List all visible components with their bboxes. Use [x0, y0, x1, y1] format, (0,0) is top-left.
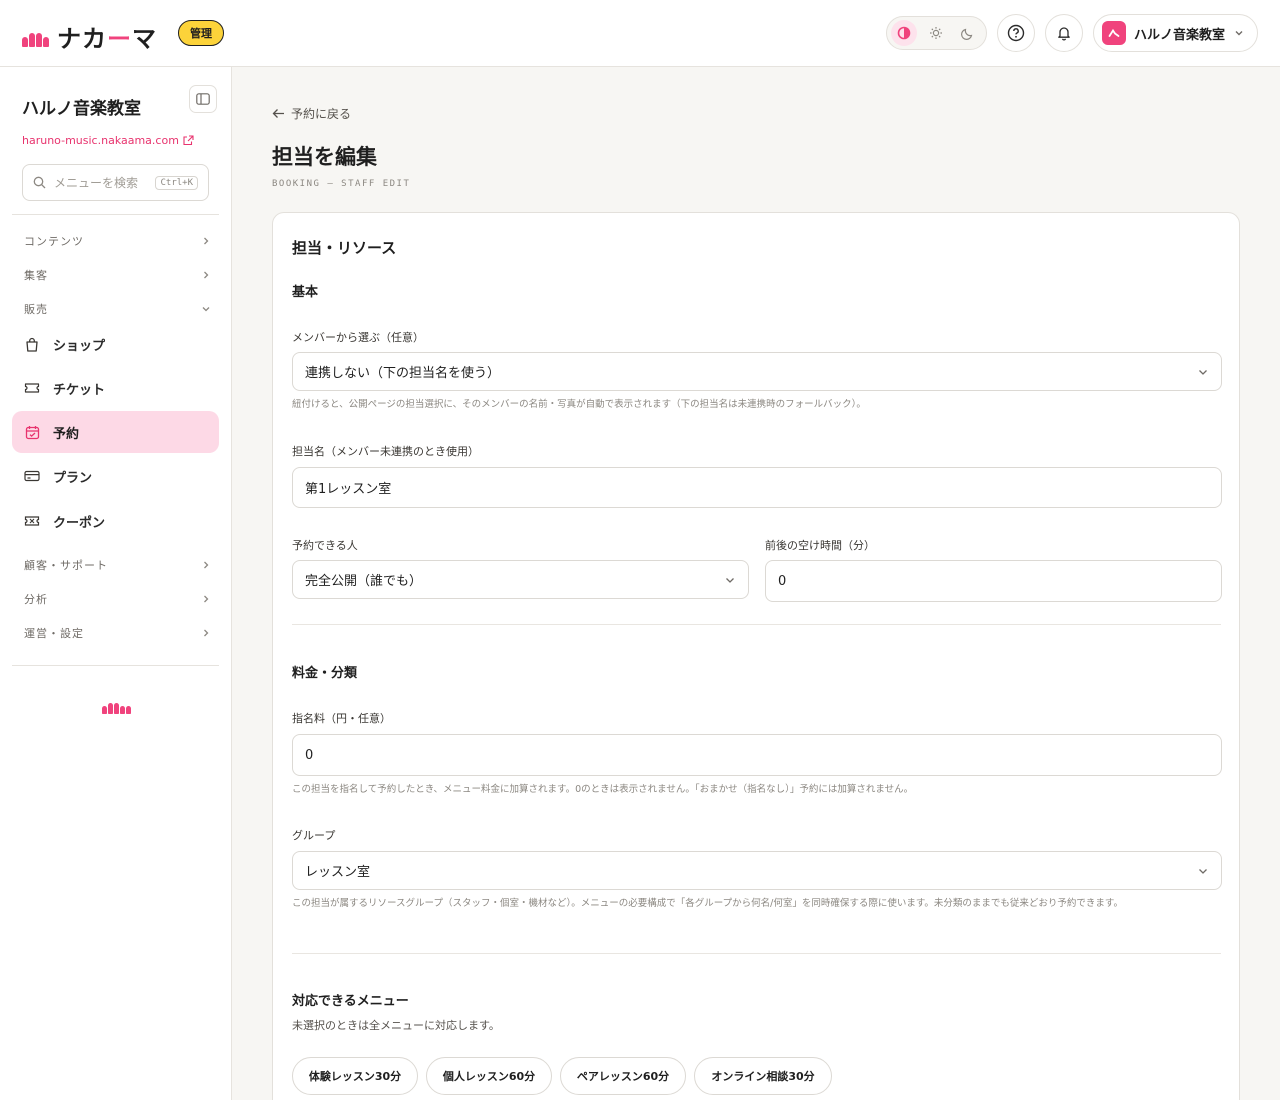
nomination-fee-label: 指名料（円・任意）	[292, 712, 391, 725]
group-select[interactable]: レッスン室	[292, 851, 1222, 890]
section-divider	[292, 624, 1221, 625]
section-title-basic: 基本	[292, 285, 319, 300]
sidebar-divider	[12, 665, 219, 666]
menu-chip[interactable]: オンライン相談30分	[694, 1057, 832, 1095]
menu-chip[interactable]: ペアレッスン60分	[560, 1057, 686, 1095]
sidebar-item-plan[interactable]: プラン	[12, 455, 219, 497]
group-select-help: この担当が属するリソースグループ（スタッフ・個室・機材など）。メニューの必要構成…	[292, 898, 1123, 909]
chevron-down-icon	[1235, 31, 1243, 36]
menu-search-input[interactable]: メニューを検索 Ctrl+K	[22, 164, 209, 201]
who-can-book-select[interactable]: 完全公開（誰でも）	[292, 560, 749, 599]
bell-icon	[1058, 27, 1070, 41]
section-analytics[interactable]: 分析	[24, 589, 211, 609]
notifications-button[interactable]	[1045, 14, 1083, 52]
chevron-right-icon	[204, 561, 209, 569]
sidebar-collapse-button[interactable]	[189, 85, 217, 113]
staff-name-input[interactable]: 第1レッスン室	[292, 467, 1222, 508]
group-select-label: グループ	[292, 829, 336, 842]
chevron-down-icon	[1199, 369, 1207, 375]
member-select-help: 紐付けると、公開ページの担当選択に、そのメンバーの名前・写真が自動で表示されます…	[292, 399, 866, 410]
chevron-down-icon	[202, 307, 210, 312]
buffer-time-label: 前後の空け時間（分）	[765, 539, 875, 552]
staff-name-value: 第1レッスン室	[305, 482, 392, 497]
sidebar-item-ticket[interactable]: チケット	[12, 367, 219, 409]
sidebar-item-shop[interactable]: ショップ	[12, 323, 219, 365]
section-operations[interactable]: 運営・設定	[24, 623, 211, 643]
nomination-fee-value: 0	[305, 747, 314, 763]
sidebar-toggle-icon	[196, 93, 210, 105]
moon-icon[interactable]	[955, 20, 981, 46]
chevron-right-icon	[204, 629, 209, 637]
who-can-book-label: 予約できる人	[292, 539, 358, 552]
who-can-book-value: 完全公開（誰でも）	[305, 574, 423, 589]
sidebar: ハルノ音楽教室 haruno-music.nakaama.com メニューを検索…	[0, 67, 232, 1100]
staff-name-label: 担当名（メンバー未連携のとき使用）	[292, 445, 479, 458]
sun-icon[interactable]	[923, 20, 949, 46]
buffer-time-input[interactable]: 0	[765, 560, 1222, 602]
page-subtitle: BOOKING — STAFF EDIT	[272, 179, 411, 189]
theme-switcher	[886, 16, 987, 50]
buffer-time-value: 0	[778, 573, 787, 589]
page-title: 担当を編集	[272, 145, 377, 169]
chevron-right-icon	[204, 595, 209, 603]
search-placeholder: メニューを検索	[54, 176, 139, 190]
back-link-label: 予約に戻る	[291, 107, 352, 121]
contrast-theme-icon[interactable]	[891, 20, 917, 46]
sidebar-item-coupon[interactable]: クーポン	[12, 500, 219, 542]
section-marketing[interactable]: 集客	[24, 265, 211, 285]
menu-chip[interactable]: 体験レッスン30分	[292, 1057, 418, 1095]
section-sales[interactable]: 販売	[24, 299, 211, 319]
external-link-icon	[183, 135, 194, 146]
site-url-link[interactable]: haruno-music.nakaama.com	[22, 134, 194, 147]
section-customer[interactable]: 顧客・サポート	[24, 555, 211, 575]
section-divider	[292, 953, 1221, 954]
arrow-left-icon	[272, 109, 284, 118]
app-logo[interactable]: ナカーマ	[22, 19, 157, 54]
site-title: ハルノ音楽教室	[22, 99, 141, 119]
help-button[interactable]	[997, 14, 1035, 52]
chevron-down-icon	[726, 577, 734, 583]
menu-chip[interactable]: 個人レッスン60分	[426, 1057, 552, 1095]
coupon-icon	[24, 513, 40, 529]
account-avatar	[1102, 21, 1126, 45]
credit-card-icon	[24, 468, 40, 484]
shopping-bag-icon	[24, 336, 40, 352]
site-url-text: haruno-music.nakaama.com	[22, 134, 179, 147]
footer-logo-icon	[102, 700, 131, 714]
nomination-fee-input[interactable]: 0	[292, 734, 1222, 776]
member-select-value: 連携しない（下の担当名を使う）	[305, 366, 501, 381]
staff-edit-card: 担当・リソース 基本 メンバーから選ぶ（任意） 連携しない（下の担当名を使う） …	[272, 212, 1240, 1100]
search-shortcut-badge: Ctrl+K	[155, 175, 198, 190]
logo-people-icon	[22, 27, 49, 47]
top-header: ナカーマ 管理 ハルノ音楽教室	[0, 0, 1280, 67]
section-title-pricing: 料金・分類	[292, 666, 358, 681]
card-title: 担当・リソース	[292, 239, 397, 257]
section-title-menus: 対応できるメニュー	[292, 994, 409, 1009]
calendar-icon	[24, 424, 40, 440]
section-content[interactable]: コンテンツ	[24, 231, 211, 251]
sidebar-divider	[12, 214, 219, 215]
search-icon	[33, 176, 46, 189]
logo-text: ナカーマ	[57, 25, 157, 53]
nomination-fee-help: この担当を指名して予約したとき、メニュー料金に加算されます。0のときは表示されま…	[292, 784, 914, 795]
chevron-right-icon	[204, 237, 209, 245]
account-switcher[interactable]: ハルノ音楽教室	[1093, 14, 1258, 52]
member-select[interactable]: 連携しない（下の担当名を使う）	[292, 352, 1222, 391]
main-content: 予約に戻る 担当を編集 BOOKING — STAFF EDIT 担当・リソース…	[232, 67, 1280, 1100]
member-select-label: メンバーから選ぶ（任意）	[292, 331, 424, 344]
ticket-icon	[24, 380, 40, 396]
sidebar-item-booking[interactable]: 予約	[12, 411, 219, 453]
chevron-right-icon	[204, 271, 209, 279]
menus-help: 未選択のときは全メニューに対応します。	[292, 1019, 500, 1032]
back-to-booking-link[interactable]: 予約に戻る	[272, 105, 351, 122]
group-select-value: レッスン室	[305, 865, 371, 880]
chevron-down-icon	[1199, 868, 1207, 874]
help-icon	[1007, 24, 1025, 42]
admin-badge: 管理	[178, 20, 224, 46]
account-name: ハルノ音楽教室	[1134, 27, 1226, 43]
